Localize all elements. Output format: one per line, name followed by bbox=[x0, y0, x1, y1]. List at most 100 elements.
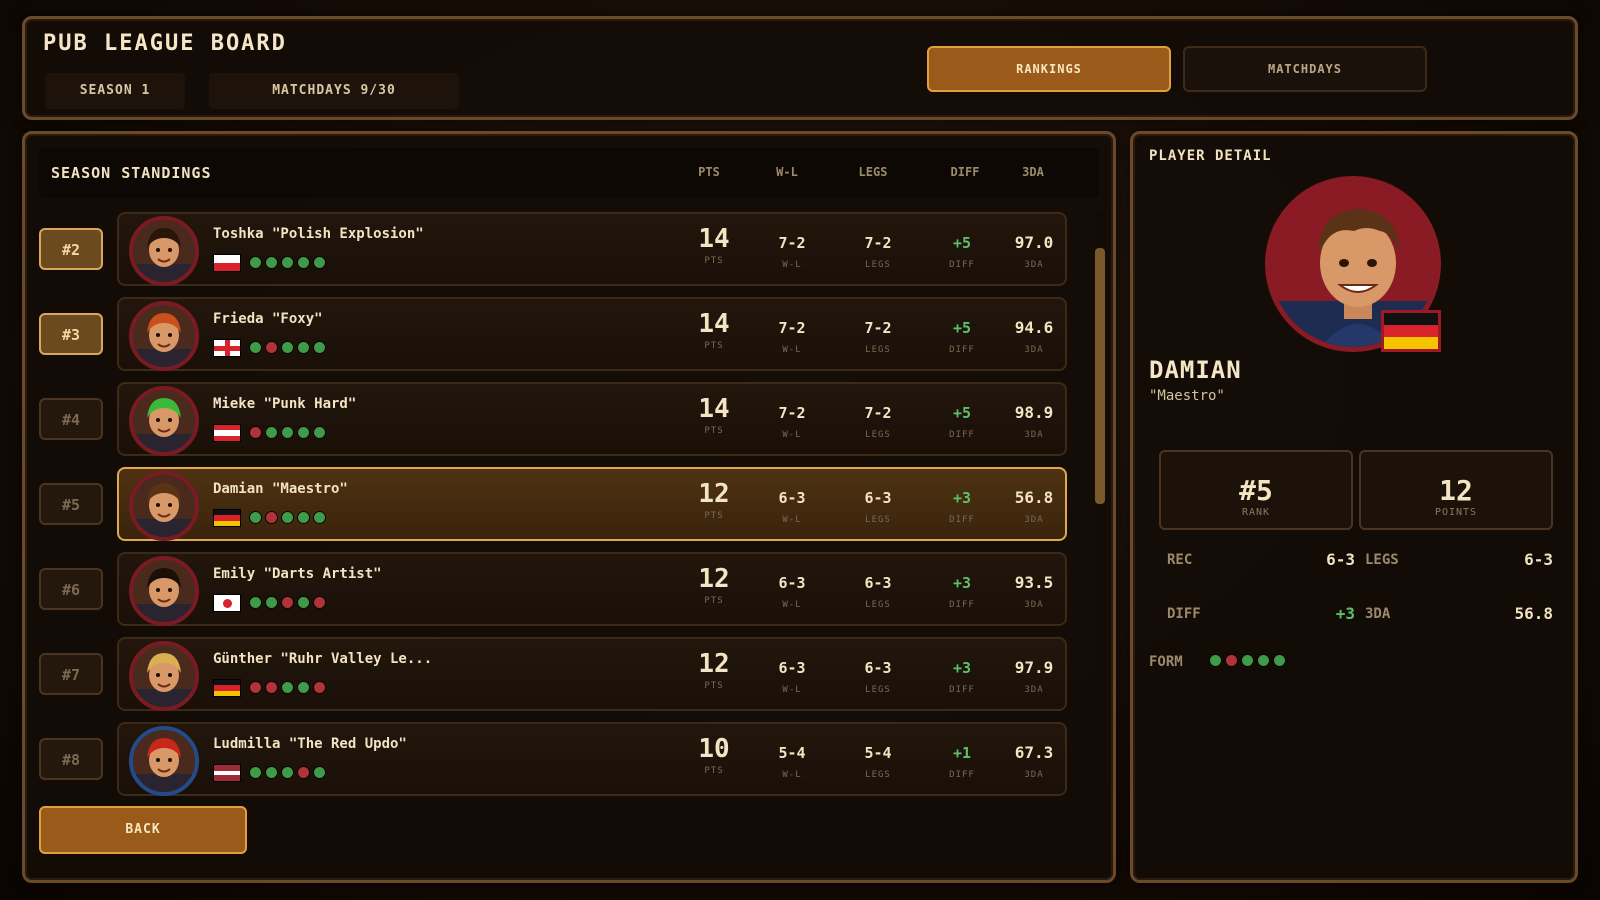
legs-cell: 7-2 LEGS bbox=[843, 402, 913, 440]
win-loss-cell: 6-3 W-L bbox=[757, 572, 827, 610]
points-value: 10 bbox=[698, 734, 730, 764]
form-dot-loss bbox=[281, 596, 294, 609]
column-header-diff[interactable]: DIFF bbox=[935, 165, 995, 179]
back-button[interactable]: BACK bbox=[39, 806, 247, 854]
average-unit: 3DA bbox=[1024, 260, 1044, 270]
column-header-pts[interactable]: PTS bbox=[679, 165, 739, 179]
standings-row[interactable]: Damian "Maestro" 12 PTS 6-3 W-L 6-3 LEGS +3 DIFF… bbox=[117, 467, 1067, 541]
average-unit: 3DA bbox=[1024, 685, 1044, 695]
average-value: 56.8 bbox=[1014, 488, 1054, 507]
average-cell: 67.3 3DA bbox=[999, 742, 1069, 780]
points-cell: 12 PTS bbox=[679, 649, 749, 691]
form-dot-win bbox=[249, 766, 262, 779]
scrollbar-thumb[interactable] bbox=[1095, 248, 1105, 504]
average-unit: 3DA bbox=[1024, 600, 1044, 610]
diff-value: +5 bbox=[952, 319, 972, 337]
form-dot-win bbox=[281, 681, 294, 694]
form-indicator bbox=[249, 256, 326, 270]
diff-unit: DIFF bbox=[949, 430, 975, 440]
form-dot-win bbox=[249, 596, 262, 609]
column-header-legs[interactable]: LEGS bbox=[843, 165, 903, 179]
standings-row[interactable]: Mieke "Punk Hard" 14 PTS 7-2 W-L 7-2 LEGS +5 DIF… bbox=[117, 382, 1067, 456]
legs-value: 7-2 bbox=[864, 404, 892, 422]
form-dot-win bbox=[297, 511, 310, 524]
points-value: 12 bbox=[698, 649, 730, 679]
average-value: 97.9 bbox=[1014, 658, 1054, 677]
poland-flag-icon bbox=[213, 254, 241, 272]
column-header-3da[interactable]: 3DA bbox=[1003, 165, 1063, 179]
points-stat-box: 12 POINTS bbox=[1359, 450, 1553, 530]
rank-badge: #2 bbox=[39, 228, 103, 270]
germany-flag-icon bbox=[1381, 310, 1441, 352]
player-name: Frieda "Foxy" bbox=[213, 311, 323, 327]
england-flag-icon bbox=[213, 339, 241, 357]
diff-unit: DIFF bbox=[949, 260, 975, 270]
rank-stat-box: #5 RANK bbox=[1159, 450, 1353, 530]
average-cell: 98.9 3DA bbox=[999, 402, 1069, 440]
form-dot-win bbox=[1209, 654, 1222, 667]
rank-badge: #8 bbox=[39, 738, 103, 780]
legs-label: LEGS bbox=[1365, 552, 1399, 568]
average-value: 67.3 bbox=[1014, 743, 1054, 762]
diff-unit: DIFF bbox=[949, 515, 975, 525]
form-indicator bbox=[249, 596, 326, 610]
average-unit: 3DA bbox=[1024, 770, 1044, 780]
player-avatar bbox=[129, 556, 199, 626]
tab-rankings[interactable]: RANKINGS bbox=[927, 46, 1171, 92]
tab-matchdays[interactable]: MATCHDAYS bbox=[1183, 46, 1427, 92]
column-header-wl[interactable]: W-L bbox=[757, 165, 817, 179]
legs-cell: 6-3 LEGS bbox=[843, 657, 913, 695]
points-cell: 14 PTS bbox=[679, 394, 749, 436]
points-unit: PTS bbox=[704, 766, 724, 776]
standings-panel: SEASON STANDINGS PTS W-L LEGS DIFF 3DA #… bbox=[22, 131, 1116, 883]
standings-row[interactable]: Emily "Darts Artist" 12 PTS 6-3 W-L 6-3 LEGS +3… bbox=[117, 552, 1067, 626]
win-loss-value: 7-2 bbox=[778, 319, 806, 337]
season-label: SEASON 1 bbox=[45, 73, 185, 109]
form-dot-win bbox=[281, 426, 294, 439]
diff-cell: +3 DIFF bbox=[927, 657, 997, 695]
points-label: POINTS bbox=[1434, 507, 1478, 518]
win-loss-value: 6-3 bbox=[778, 659, 806, 677]
avg-label: 3DA bbox=[1365, 606, 1391, 622]
form-dot-win bbox=[313, 256, 326, 269]
diff-label: DIFF bbox=[1167, 606, 1201, 622]
rank-badge: #7 bbox=[39, 653, 103, 695]
player-name: Günther "Ruhr Valley Le... bbox=[213, 651, 433, 667]
legs-unit: LEGS bbox=[865, 515, 891, 525]
average-value: 98.9 bbox=[1014, 403, 1054, 422]
legs-unit: LEGS bbox=[865, 260, 891, 270]
standings-row[interactable]: Ludmilla "The Red Updo" 10 PTS 5-4 W-L 5-4 LEG… bbox=[117, 722, 1067, 796]
diff-unit: DIFF bbox=[949, 600, 975, 610]
average-cell: 97.0 3DA bbox=[999, 232, 1069, 270]
standings-row[interactable]: Günther "Ruhr Valley Le... 12 PTS 6-3 W-L 6-3… bbox=[117, 637, 1067, 711]
player-avatar bbox=[129, 471, 199, 541]
standings-scrollbar[interactable] bbox=[1095, 210, 1105, 790]
player-avatar bbox=[129, 726, 199, 796]
standings-row[interactable]: Toshka "Polish Explosion" 14 PTS 7-2 W-L 7-2 L… bbox=[117, 212, 1067, 286]
form-indicator bbox=[249, 681, 326, 695]
win-loss-unit: W-L bbox=[782, 515, 802, 525]
standings-row[interactable]: Frieda "Foxy" 14 PTS 7-2 W-L 7-2 LEGS +5 DIFF 94.… bbox=[117, 297, 1067, 371]
diff-unit: DIFF bbox=[949, 685, 975, 695]
points-value: 12 bbox=[1439, 474, 1473, 507]
form-dot-win bbox=[313, 341, 326, 354]
player-avatar bbox=[129, 301, 199, 371]
win-loss-value: 7-2 bbox=[778, 404, 806, 422]
form-dot-loss bbox=[265, 681, 278, 694]
form-dot-loss bbox=[265, 341, 278, 354]
form-label: FORM bbox=[1149, 654, 1183, 670]
win-loss-cell: 6-3 W-L bbox=[757, 487, 827, 525]
average-value: 97.0 bbox=[1014, 233, 1054, 252]
diff-cell: +3 DIFF bbox=[927, 487, 997, 525]
player-name: Toshka "Polish Explosion" bbox=[213, 226, 424, 242]
form-dot-win bbox=[297, 426, 310, 439]
player-avatar bbox=[129, 216, 199, 286]
diff-cell: +5 DIFF bbox=[927, 232, 997, 270]
form-indicator bbox=[249, 426, 326, 440]
player-name: Mieke "Punk Hard" bbox=[213, 396, 357, 412]
header-panel: PUB LEAGUE BOARD SEASON 1 MATCHDAYS 9/30… bbox=[22, 16, 1578, 120]
diff-value: +3 bbox=[1335, 604, 1355, 623]
diff-value: +1 bbox=[952, 744, 972, 762]
form-dot-win bbox=[1241, 654, 1254, 667]
average-unit: 3DA bbox=[1024, 430, 1044, 440]
